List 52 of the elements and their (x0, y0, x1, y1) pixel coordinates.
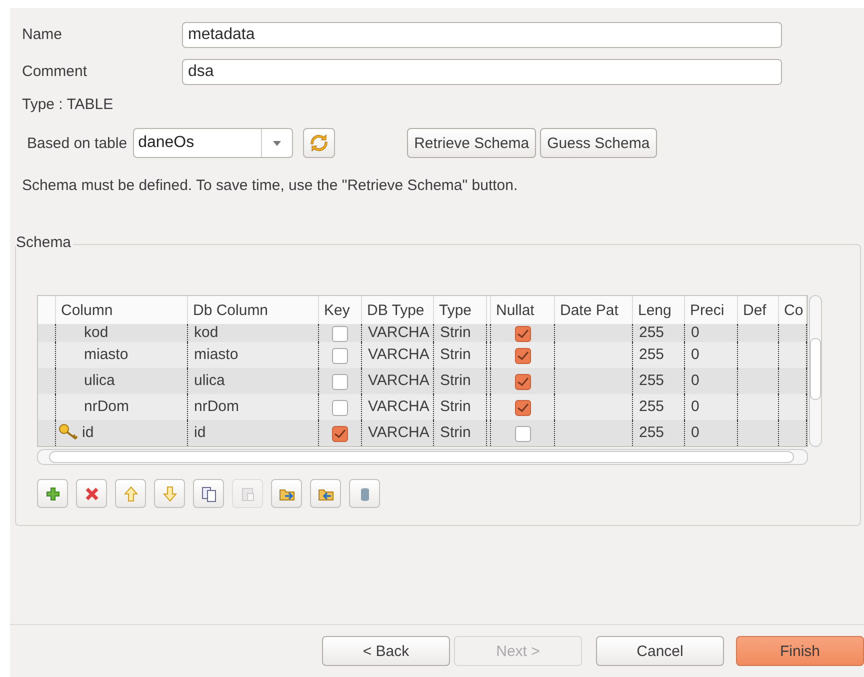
info-message: Schema must be defined. To save time, use the "Retrieve Schema" button. (22, 177, 519, 194)
table-cell: Strin (434, 420, 487, 446)
table-row[interactable]: miasto miasto VARCHA Strin 255 0 (38, 342, 807, 368)
table-row[interactable]: id id VARCHA Strin 255 0 (38, 420, 807, 446)
table-cell: id (188, 420, 319, 446)
toolbar-button[interactable] (271, 479, 302, 508)
delete-icon (84, 486, 100, 502)
toolbar-button[interactable] (193, 479, 224, 508)
table-cell: id (56, 420, 188, 446)
toolbar-button[interactable] (76, 479, 107, 508)
text-field[interactable]: metadata (182, 22, 782, 48)
dialog-button[interactable]: Finish (736, 636, 864, 666)
toolbar-button[interactable] (115, 479, 146, 508)
table-dropdown[interactable]: daneOs (133, 128, 294, 158)
toolbar-button[interactable] (154, 479, 185, 508)
refresh-button[interactable] (303, 128, 336, 158)
nullable-checkbox[interactable] (514, 374, 530, 390)
table-cell: 0 (685, 420, 738, 446)
type-label: Type : TABLE (22, 96, 114, 113)
nullable-checkbox[interactable] (514, 348, 530, 364)
toolbar-button[interactable] (37, 479, 68, 508)
paste-icon (240, 486, 256, 502)
toolbar-button[interactable] (310, 479, 341, 508)
dialog-button[interactable]: < Back (322, 636, 450, 666)
table-row[interactable]: kod kod VARCHA Strin 255 0 (38, 324, 807, 342)
schema-button[interactable]: Guess Schema (540, 128, 657, 158)
field-label: Comment (22, 63, 88, 80)
dialog-button[interactable]: Cancel (596, 636, 724, 666)
vertical-scrollbar[interactable] (809, 295, 822, 447)
table-row[interactable]: ulica ulica VARCHA Strin 255 0 (38, 368, 807, 394)
field-label: Name (22, 26, 64, 43)
nullable-checkbox[interactable] (514, 426, 530, 442)
text-field[interactable]: dsa (182, 58, 782, 84)
arrow-up-icon (122, 486, 138, 502)
arrow-down-icon (162, 486, 178, 502)
key-checkbox[interactable] (332, 326, 348, 342)
based-on-label: Based on table (27, 134, 128, 152)
nullable-checkbox[interactable] (514, 400, 530, 416)
toolbar-button[interactable] (349, 479, 380, 508)
refresh-icon (310, 134, 328, 152)
key-checkbox[interactable] (332, 426, 348, 442)
nullable-checkbox[interactable] (514, 326, 530, 342)
copy-icon (200, 486, 216, 502)
schema-button[interactable]: Retrieve Schema (407, 128, 536, 158)
table-cell: 255 (633, 420, 685, 446)
add-icon (44, 486, 60, 502)
key-checkbox[interactable] (332, 374, 348, 390)
key-checkbox[interactable] (332, 400, 348, 416)
key-checkbox[interactable] (332, 348, 348, 364)
table-row[interactable]: nrDom nrDom VARCHA Strin 255 0 (38, 394, 807, 420)
horizontal-scrollbar[interactable] (37, 449, 808, 465)
table-cell: VARCHA (362, 420, 434, 446)
